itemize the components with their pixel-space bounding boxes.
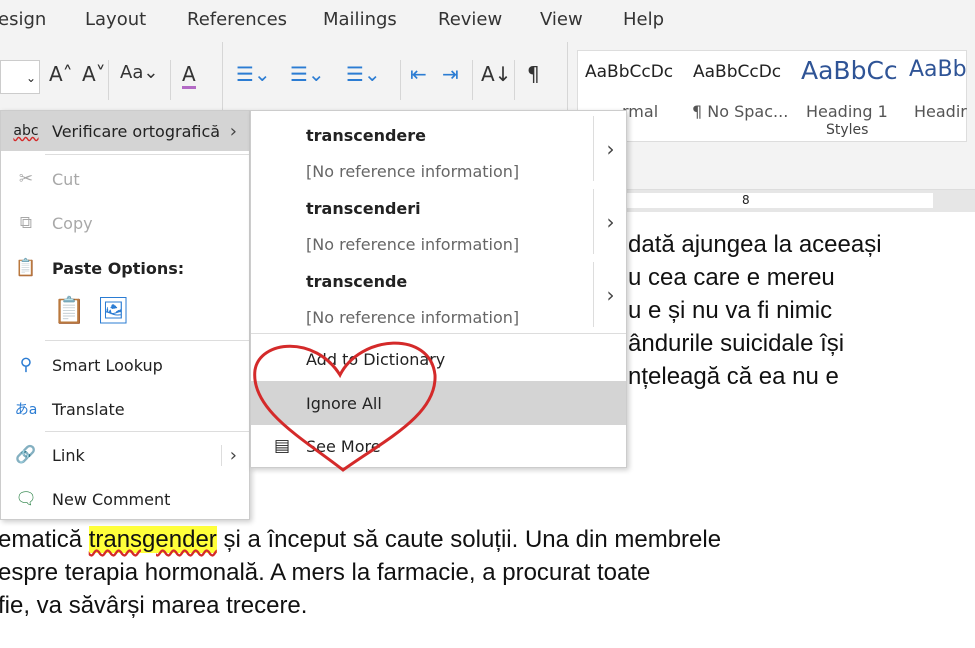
chevron-right-icon: › xyxy=(229,120,237,142)
clipboard-icon: 📋 xyxy=(15,258,37,278)
styles-group-label: Styles xyxy=(826,122,869,138)
clear-formatting-icon[interactable]: A xyxy=(182,62,196,89)
translate-icon: あa xyxy=(14,402,38,418)
ribbon-tabs: esign Layout References Mailings Review … xyxy=(0,0,975,42)
font-size-dropdown[interactable]: ⌄ xyxy=(0,60,40,94)
style-heading1-preview[interactable]: AaBbCc xyxy=(801,56,898,85)
divider xyxy=(514,60,515,100)
style-normal-preview[interactable]: AaBbCcDc xyxy=(585,62,673,82)
chevron-right-icon[interactable]: › xyxy=(593,262,627,327)
menu-item-smart-lookup[interactable]: ⚲ Smart Lookup xyxy=(1,345,249,385)
doc-line: nțeleagă că ea nu e xyxy=(628,363,839,390)
style-normal-label[interactable]: rmal xyxy=(622,102,658,121)
link-icon: 🔗 xyxy=(15,445,37,465)
paste-options-heading: 📋 Paste Options: xyxy=(1,248,249,288)
add-to-dictionary-item[interactable]: Add to Dictionary xyxy=(251,339,626,379)
tab-design[interactable]: esign xyxy=(0,9,46,30)
tab-mailings[interactable]: Mailings xyxy=(323,9,397,30)
chevron-right-icon[interactable]: › xyxy=(593,116,627,181)
tab-layout[interactable]: Layout xyxy=(85,9,146,30)
new-comment-icon: 🗨 xyxy=(15,489,37,509)
multilevel-list-icon[interactable]: ☰⌄ xyxy=(346,62,381,86)
tab-help[interactable]: Help xyxy=(623,9,664,30)
sort-icon[interactable]: A↓ xyxy=(481,62,511,86)
see-more-item[interactable]: ▤ See More xyxy=(251,426,626,466)
menu-item-spelling[interactable]: abc Verificare ortografică › xyxy=(1,111,249,151)
paste-picture-icon[interactable]: 🖼 xyxy=(97,296,130,326)
doc-text: ematică xyxy=(0,526,89,553)
style-heading1-label[interactable]: Heading 1 xyxy=(806,102,888,121)
spelling-submenu: transcendere [No reference information] › … xyxy=(250,110,627,468)
tab-references[interactable]: References xyxy=(187,9,287,30)
menu-item-cut[interactable]: ✂ Cut xyxy=(1,159,249,199)
bullets-icon[interactable]: ☰⌄ xyxy=(236,62,271,86)
misspelled-word[interactable]: transgender xyxy=(88,526,217,553)
menu-item-translate[interactable]: あa Translate xyxy=(1,389,249,429)
menu-item-link[interactable]: 🔗 Link › xyxy=(1,435,249,475)
numbering-icon[interactable]: ☰⌄ xyxy=(290,62,325,86)
doc-line: ândurile suicidale își xyxy=(628,330,845,357)
doc-line: u cea care e mereu xyxy=(628,264,835,291)
show-marks-icon[interactable]: ¶ xyxy=(527,62,540,86)
change-case-button[interactable]: Aa⌄ xyxy=(120,62,158,83)
menu-item-new-comment[interactable]: 🗨 New Comment xyxy=(1,479,249,519)
divider xyxy=(170,60,171,100)
context-menu: abc Verificare ortografică › ✂ Cut ⧉ Copy 📋 P… xyxy=(0,110,250,520)
ignore-all-item[interactable]: Ignore All xyxy=(251,381,626,425)
menu-item-copy[interactable]: ⧉ Copy xyxy=(1,203,249,243)
increase-indent-icon[interactable]: ⇥ xyxy=(442,62,459,86)
doc-line: u e și nu va fi nimic xyxy=(628,297,833,324)
style-heading2-label[interactable]: Headir xyxy=(914,102,967,121)
divider xyxy=(108,60,109,100)
style-heading2-preview[interactable]: AaBb xyxy=(909,57,967,82)
see-more-icon: ▤ xyxy=(273,436,291,456)
tab-review[interactable]: Review xyxy=(438,9,502,30)
decrease-indent-icon[interactable]: ⇤ xyxy=(410,62,427,86)
scissors-icon: ✂ xyxy=(18,169,34,189)
divider xyxy=(400,60,401,100)
doc-line: espre terapia hormonală. A mers la farma… xyxy=(0,559,651,586)
grow-font-button[interactable]: A˄ xyxy=(49,62,73,86)
doc-text: și a început să caute soluții. Una din m… xyxy=(216,526,722,553)
chevron-right-icon[interactable]: › xyxy=(220,444,237,466)
style-nospacing-label[interactable]: ¶ No Spac... xyxy=(692,102,788,121)
chevron-right-icon[interactable]: › xyxy=(593,189,627,254)
paste-keep-formatting-icon[interactable]: 📋 xyxy=(53,296,85,326)
search-icon: ⚲ xyxy=(19,355,33,375)
ruler-mark: 8 xyxy=(742,193,750,207)
shrink-font-button[interactable]: A˅ xyxy=(82,62,106,86)
style-nospacing-preview[interactable]: AaBbCcDc xyxy=(693,62,781,82)
tab-view[interactable]: View xyxy=(540,9,583,30)
copy-icon: ⧉ xyxy=(19,213,33,233)
divider xyxy=(472,60,473,100)
doc-line: dată ajungea la aceeași xyxy=(628,231,882,258)
doc-line: ematică transgender și a început să caut… xyxy=(0,526,721,554)
spelling-icon: abc xyxy=(13,123,39,139)
doc-line: fie, va săvârși marea trecere. xyxy=(0,592,308,619)
